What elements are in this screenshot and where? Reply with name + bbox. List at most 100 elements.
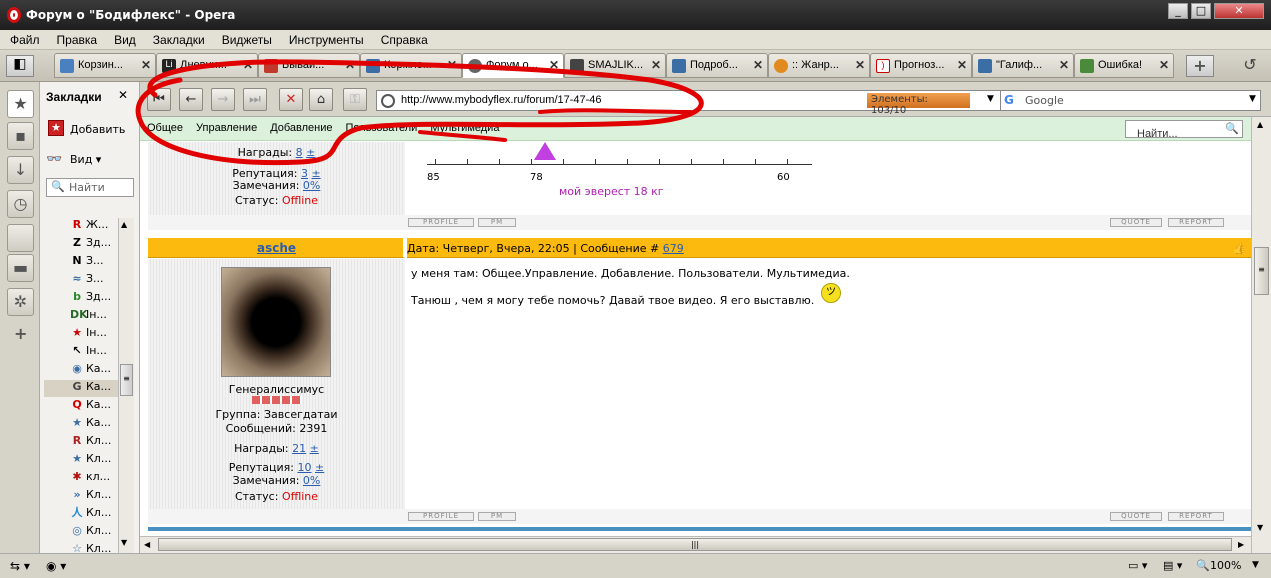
tab-10[interactable]: "Галиф... ✕ xyxy=(972,53,1074,78)
menu-edit[interactable]: Правка xyxy=(47,30,105,47)
tab-5-active[interactable]: Форум о... ✕ xyxy=(462,53,564,78)
minimize-button[interactable]: _ xyxy=(1168,3,1188,19)
panel-close-icon[interactable]: ✕ xyxy=(118,88,128,102)
tab-close-icon[interactable]: ✕ xyxy=(1059,58,1069,72)
bookmark-item[interactable]: ✱ кл... xyxy=(70,470,120,487)
panel-icon[interactable]: ▤ ▾ xyxy=(1163,559,1182,572)
tab-close-icon[interactable]: ✕ xyxy=(753,58,763,72)
awards-link[interactable]: 8 xyxy=(296,146,303,159)
bookmark-scrollbar[interactable]: ▲ ≡ ▼ xyxy=(118,218,134,553)
address-dropdown-icon[interactable]: ▼ xyxy=(987,94,994,104)
downloads-panel-icon[interactable]: ↓ xyxy=(7,156,34,184)
unite-icon[interactable]: ◉ ▾ xyxy=(46,559,66,573)
profile-button[interactable]: PROFILE xyxy=(408,218,474,227)
bookmark-item[interactable]: ★ Ін... xyxy=(70,326,120,343)
bookmark-item[interactable]: N З... xyxy=(70,254,120,271)
tab-8[interactable]: :: Жанр... ✕ xyxy=(768,53,870,78)
nav-management[interactable]: Управление xyxy=(189,117,263,134)
reputation-link[interactable]: 10 xyxy=(298,461,312,474)
view-mode-icon[interactable]: ▭ ▾ xyxy=(1128,559,1147,572)
bookmark-item[interactable]: DKІн... xyxy=(70,308,120,325)
bookmark-item[interactable]: ★ Ка... xyxy=(70,416,120,433)
menu-help[interactable]: Справка xyxy=(371,30,435,47)
zoom-level[interactable]: 100% xyxy=(1210,559,1241,572)
tab-close-icon[interactable]: ✕ xyxy=(855,58,865,72)
menu-widgets[interactable]: Виджеты xyxy=(212,30,279,47)
bookmark-item[interactable]: Q Ка... xyxy=(70,398,120,415)
tab-close-icon[interactable]: ✕ xyxy=(345,58,355,72)
profile-button[interactable]: PROFILE xyxy=(408,512,474,521)
quote-button[interactable]: QUOTE xyxy=(1110,218,1162,227)
bookmark-item[interactable]: G Ка... xyxy=(44,380,120,397)
quote-button[interactable]: QUOTE xyxy=(1110,512,1162,521)
tab-1[interactable]: Корзин... ✕ xyxy=(54,53,156,78)
pm-button[interactable]: PM xyxy=(478,512,516,521)
warnings-link[interactable]: 0% xyxy=(303,474,320,487)
tab-close-icon[interactable]: ✕ xyxy=(141,58,151,72)
bookmarks-panel-icon[interactable]: ★ xyxy=(7,90,34,118)
tab-4[interactable]: Кормле... ✕ xyxy=(360,53,462,78)
close-button[interactable]: ✕ xyxy=(1214,3,1264,19)
menu-bookmarks[interactable]: Закладки xyxy=(143,30,212,47)
notes-panel-icon[interactable]: ▪ xyxy=(7,122,34,150)
scroll-down-icon[interactable]: ▼ xyxy=(121,538,127,547)
bookmark-item[interactable]: ≈ З... xyxy=(70,272,120,289)
bookmark-item[interactable]: ↖ Ін... xyxy=(70,344,120,361)
message-number-link[interactable]: 679 xyxy=(663,242,684,255)
tab-close-icon[interactable]: ✕ xyxy=(447,58,457,72)
horizontal-scrollbar[interactable]: ◀ ||| ▶ xyxy=(140,536,1251,553)
scroll-thumb[interactable]: ≡ xyxy=(1254,247,1269,295)
awards-plus-link[interactable]: ± xyxy=(306,146,315,159)
bookmark-item[interactable]: ◉ Ка... xyxy=(70,362,120,379)
search-field[interactable]: Google xyxy=(1000,90,1261,111)
tab-close-icon[interactable]: ✕ xyxy=(243,58,253,72)
fast-forward-icon[interactable]: ⏭ xyxy=(243,88,267,111)
forward-icon[interactable]: → xyxy=(211,88,235,111)
nav-users[interactable]: Пользователи xyxy=(339,117,424,134)
bookmark-item[interactable]: R Кл... xyxy=(70,434,120,451)
back-icon[interactable]: ← xyxy=(179,88,203,111)
search-dropdown-icon[interactable]: ▼ xyxy=(1249,94,1256,104)
nav-adding[interactable]: Добавление xyxy=(263,117,338,134)
add-panel-icon[interactable]: + xyxy=(14,324,27,343)
bookmark-item[interactable]: ◎ Кл... xyxy=(70,524,120,541)
new-tab-icon[interactable]: + xyxy=(1186,55,1214,77)
awards-plus-link[interactable]: ± xyxy=(310,442,319,455)
stop-icon[interactable]: ✕ xyxy=(279,88,303,111)
tab-6[interactable]: SMAJLIK... ✕ xyxy=(564,53,666,78)
h-scroll-thumb[interactable]: ||| xyxy=(158,538,1232,551)
menu-view[interactable]: Вид xyxy=(104,30,143,47)
maximize-button[interactable]: □ xyxy=(1191,3,1211,19)
author-link[interactable]: asche xyxy=(257,241,296,255)
settings-panel-icon[interactable]: ✲ xyxy=(7,288,34,316)
home-icon[interactable]: ⌂ xyxy=(309,88,333,111)
tab-11[interactable]: Ошибка! ✕ xyxy=(1074,53,1174,78)
nav-multimedia[interactable]: Мультимедиа xyxy=(423,117,505,134)
nav-general[interactable]: Общее xyxy=(140,117,189,134)
sync-icon[interactable]: ⇆ ▾ xyxy=(10,559,30,573)
panel-toggle-icon[interactable]: ◧ xyxy=(6,55,34,77)
google-icon[interactable]: G xyxy=(1004,93,1019,108)
tab-close-icon[interactable]: ✕ xyxy=(1159,58,1169,72)
bookmark-item[interactable]: ★ Кл... xyxy=(70,452,120,469)
trash-icon[interactable]: ↺ xyxy=(1238,55,1262,77)
pm-button[interactable]: PM xyxy=(478,218,516,227)
tab-2[interactable]: Li Дневни... ✕ xyxy=(156,53,258,78)
tab-3[interactable]: Бывай... ✕ xyxy=(258,53,360,78)
scroll-left-icon[interactable]: ◀ xyxy=(144,540,150,549)
zoom-icon[interactable]: 🔍 xyxy=(1196,559,1210,572)
reputation-plus-link[interactable]: ± xyxy=(315,461,324,474)
scroll-up-icon[interactable]: ▲ xyxy=(121,220,127,229)
menu-tools[interactable]: Инструменты xyxy=(279,30,371,47)
bookmark-item[interactable]: R Ж... xyxy=(70,218,120,235)
tab-close-icon[interactable]: ✕ xyxy=(651,58,661,72)
bookmark-item[interactable]: ☆ Кл... xyxy=(70,542,120,553)
tab-close-icon[interactable]: ✕ xyxy=(549,58,559,72)
menu-file[interactable]: Файл xyxy=(0,30,47,47)
awards-link[interactable]: 21 xyxy=(292,442,306,455)
vertical-scrollbar[interactable]: ▲ ≡ ▼ xyxy=(1251,117,1271,553)
bookmark-item[interactable]: » Кл... xyxy=(70,488,120,505)
bookmark-item[interactable]: b Зд... xyxy=(70,290,120,307)
wand-icon[interactable]: ⚿ xyxy=(343,88,367,111)
report-button[interactable]: REPORT xyxy=(1168,512,1224,521)
